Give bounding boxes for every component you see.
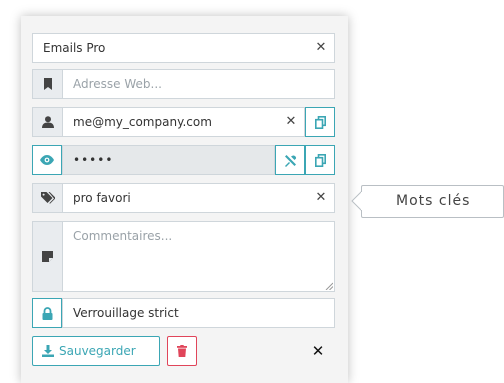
password-value: ••••• (73, 153, 114, 167)
copy-icon (314, 115, 326, 129)
clear-title-button[interactable]: ✕ (310, 34, 332, 62)
comments-row: Commentaires... (32, 221, 335, 292)
comments-textarea[interactable]: Commentaires... (62, 221, 335, 292)
comments-placeholder: Commentaires... (73, 229, 173, 243)
sticky-note-icon (42, 251, 53, 262)
tags-tooltip: Mots clés (351, 185, 504, 220)
strict-lock-label-box: Verrouillage strict (62, 298, 335, 328)
tooltip-arrow-joint (361, 192, 363, 210)
login-addon (32, 107, 62, 137)
clear-login-button[interactable]: ✕ (280, 108, 302, 136)
login-row: me@my_company.com ✕ (32, 107, 335, 137)
title-row: Emails Pro ✕ (32, 33, 335, 63)
url-row: Adresse Web... (32, 69, 335, 99)
delete-button[interactable] (167, 336, 197, 366)
tags-value: pro favori (73, 191, 131, 205)
url-placeholder: Adresse Web... (73, 77, 162, 91)
password-row: ••••• (32, 145, 335, 175)
clear-tags-button[interactable]: ✕ (310, 184, 332, 212)
strict-lock-toggle[interactable] (32, 298, 62, 328)
resize-handle-icon[interactable] (325, 282, 333, 290)
toggle-password-button[interactable] (32, 145, 62, 175)
url-input[interactable]: Adresse Web... (62, 69, 335, 99)
strict-lock-label: Verrouillage strict (73, 306, 179, 320)
tooltip-text: Mots clés (396, 193, 471, 209)
close-button[interactable]: ✕ (307, 337, 329, 365)
title-value: Emails Pro (43, 41, 106, 55)
url-addon (32, 69, 62, 99)
entry-panel: Emails Pro ✕ Adresse Web... me@my_compan… (21, 16, 348, 383)
lock-row: Verrouillage strict (32, 298, 335, 328)
tags-row: pro favori ✕ (32, 183, 335, 213)
bookmark-icon (43, 78, 53, 90)
user-icon (41, 116, 54, 128)
generate-password-button[interactable] (275, 145, 305, 175)
comments-addon (32, 221, 62, 292)
login-input[interactable]: me@my_company.com (62, 107, 305, 137)
title-input[interactable]: Emails Pro (32, 33, 335, 63)
copy-password-button[interactable] (305, 145, 335, 175)
save-button-label: Sauvegarder (59, 344, 136, 358)
password-input[interactable]: ••••• (62, 145, 275, 175)
tags-input[interactable]: pro favori (62, 183, 335, 213)
save-button[interactable]: Sauvegarder (32, 336, 160, 366)
lock-icon (42, 306, 53, 320)
copy-icon (314, 153, 326, 167)
tags-addon (32, 183, 62, 213)
download-icon (42, 345, 54, 357)
trash-icon (177, 345, 187, 357)
eye-icon (40, 155, 54, 165)
copy-login-button[interactable] (305, 107, 335, 137)
login-value: me@my_company.com (73, 115, 212, 129)
tools-icon (284, 154, 297, 167)
tooltip-box: Mots clés (361, 185, 504, 218)
tags-icon (40, 192, 55, 204)
